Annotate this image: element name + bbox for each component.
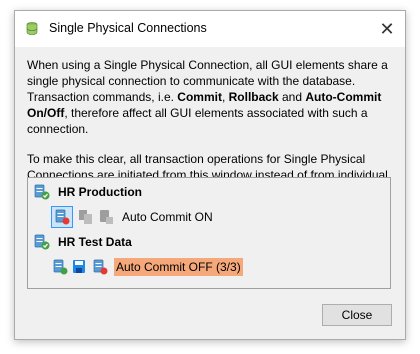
autocommit-status: Auto Commit ON (122, 210, 213, 224)
single-physical-connections-dialog: Single Physical Connections ✕ When using… (14, 10, 406, 340)
window-title: Single Physical Connections (49, 21, 207, 35)
commit-icon (55, 209, 70, 225)
database-connection-icon (34, 184, 50, 200)
connection-name: HR Test Data (58, 235, 132, 249)
connection-name: HR Production (58, 185, 142, 199)
commit-icon[interactable] (52, 259, 68, 275)
close-button[interactable]: Close (322, 304, 392, 326)
rollback-keyword: Rollback (228, 90, 279, 104)
autocommit-status: Auto Commit OFF (3/3) (114, 258, 243, 276)
commit-button[interactable] (51, 206, 73, 228)
connection-actions-hr-test-data: Auto Commit OFF (3/3) (52, 256, 243, 278)
autocommit-toggle-icon[interactable] (98, 209, 114, 225)
autocommit-toggle-icon[interactable] (92, 259, 108, 275)
title-bar: Single Physical Connections ✕ (15, 11, 405, 47)
separator-text: , (221, 90, 229, 104)
connection-row-hr-production[interactable]: HR Production (34, 182, 142, 202)
rollback-icon[interactable] (78, 209, 94, 225)
description-text: , therefore affect all GUI elements asso… (27, 106, 368, 136)
separator-text: and (278, 90, 306, 104)
commit-keyword: Commit (177, 90, 222, 104)
close-icon[interactable]: ✕ (369, 11, 405, 47)
connection-row-hr-test-data[interactable]: HR Test Data (34, 232, 132, 252)
connections-tree: HR Production Auto Commit ON HR Test Dat… (27, 177, 391, 289)
description-paragraph-1: When using a Single Physical Connection,… (27, 57, 395, 137)
database-app-icon (26, 22, 38, 35)
database-connection-icon (34, 234, 50, 250)
connection-actions-hr-production: Auto Commit ON (51, 206, 215, 228)
rollback-icon[interactable] (72, 259, 88, 275)
